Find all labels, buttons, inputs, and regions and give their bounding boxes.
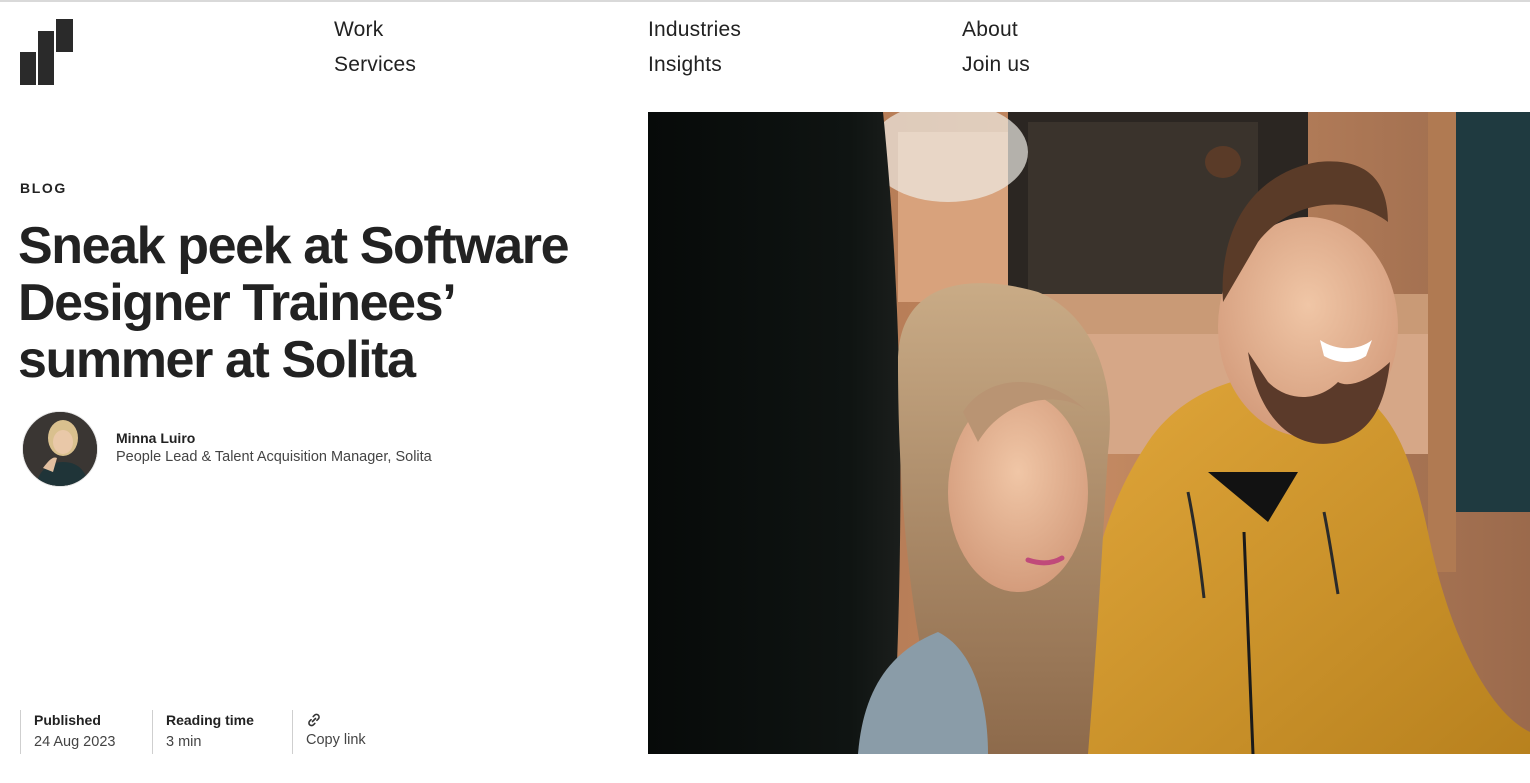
reading-time-meta: Reading time 3 min (152, 710, 292, 754)
nav-services[interactable]: Services (334, 53, 416, 77)
published-meta: Published 24 Aug 2023 (20, 710, 152, 754)
author-name: Minna Luiro (116, 430, 196, 446)
author-block: Minna Luiro People Lead & Talent Acquisi… (22, 411, 542, 487)
nav-work[interactable]: Work (334, 18, 383, 42)
solita-logo-icon[interactable] (20, 19, 73, 85)
published-label: Published (34, 712, 101, 728)
nav-insights[interactable]: Insights (648, 53, 722, 77)
article-title: Sneak peek at Software Designer Trainees… (18, 217, 570, 389)
published-date: 24 Aug 2023 (34, 734, 116, 750)
copy-link-button[interactable]: Copy link (292, 710, 412, 754)
nav-about[interactable]: About (962, 18, 1018, 42)
nav-industries[interactable]: Industries (648, 18, 741, 42)
reading-time-label: Reading time (166, 712, 254, 728)
link-icon (308, 713, 320, 727)
author-role: People Lead & Talent Acquisition Manager… (116, 449, 432, 465)
top-border (0, 0, 1530, 2)
main-nav: Work Industries About Services Insights … (334, 18, 1094, 88)
nav-join-us[interactable]: Join us (962, 53, 1030, 77)
reading-time-value: 3 min (166, 734, 202, 750)
hero-image (648, 112, 1530, 754)
article-category: BLOG (20, 180, 67, 196)
author-avatar (22, 411, 98, 487)
copy-link-label: Copy link (306, 732, 366, 748)
